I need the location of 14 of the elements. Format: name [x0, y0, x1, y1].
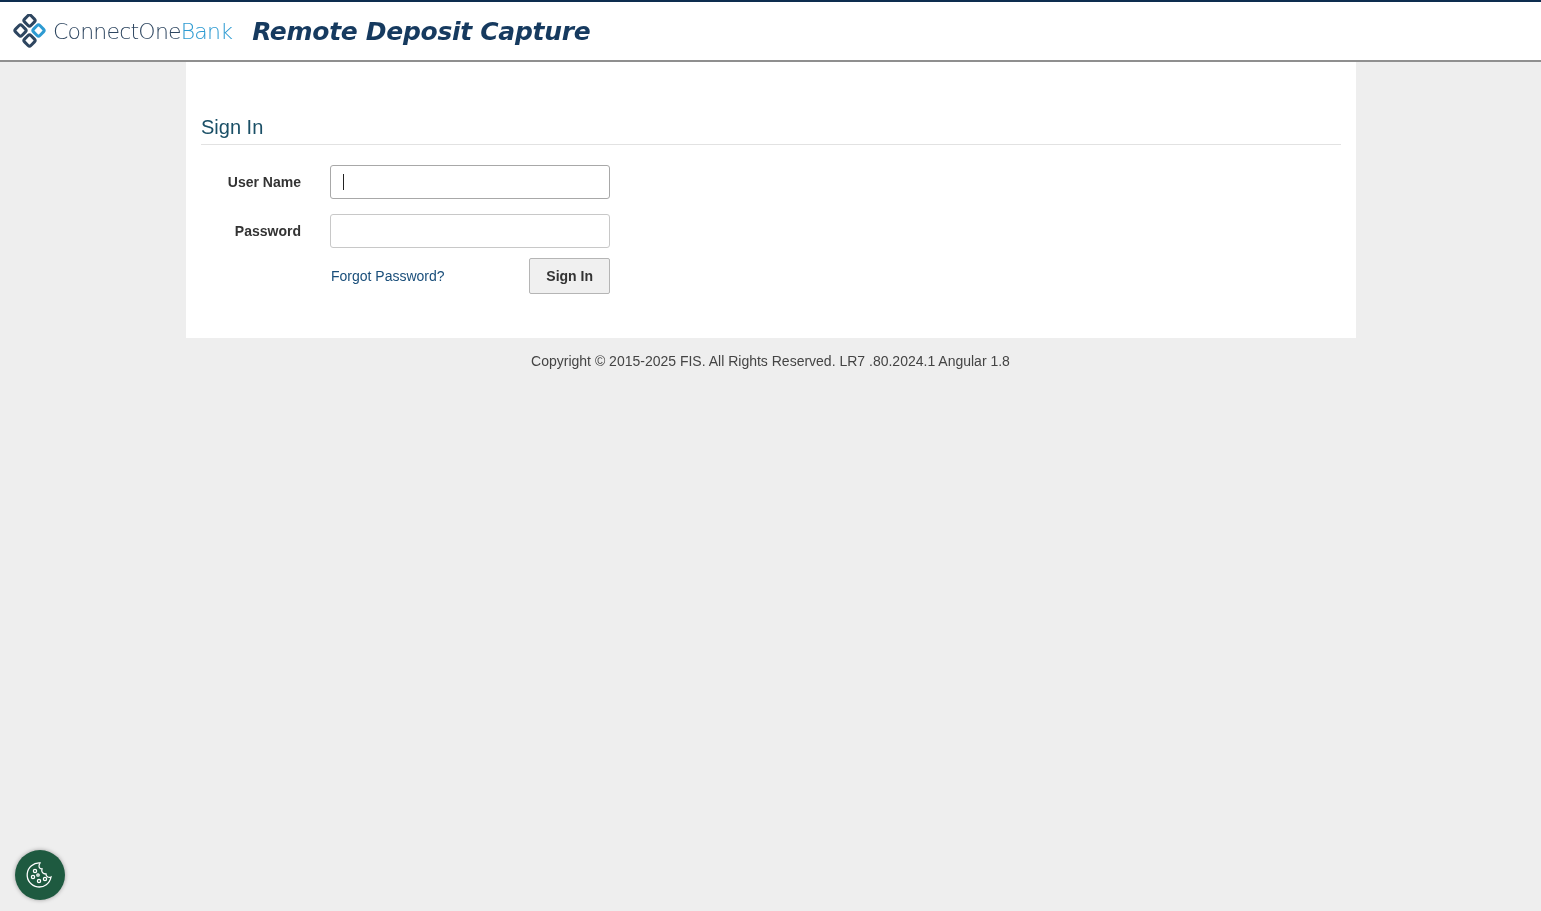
cookie-settings-button[interactable]	[15, 850, 65, 900]
cookie-icon	[25, 860, 55, 890]
copyright-text: Copyright © 2015-2025 FIS. All Rights Reserved. LR7 .80.2024.1 Angular 1.8	[531, 353, 1010, 369]
forgot-password-link[interactable]: Forgot Password?	[331, 268, 445, 284]
bank-wordmark: ConnectOneBank	[53, 18, 233, 44]
text-cursor	[343, 174, 344, 190]
sign-in-button[interactable]: Sign In	[529, 258, 610, 294]
logo-mark-icon	[13, 14, 47, 48]
input-field[interactable]	[330, 165, 610, 199]
input-field[interactable]	[330, 214, 610, 248]
field-label: Password	[233, 223, 301, 239]
section-heading: Sign In	[201, 116, 1341, 145]
app-title: Remote Deposit Capture	[252, 16, 591, 46]
field-label: User Name	[226, 174, 301, 190]
